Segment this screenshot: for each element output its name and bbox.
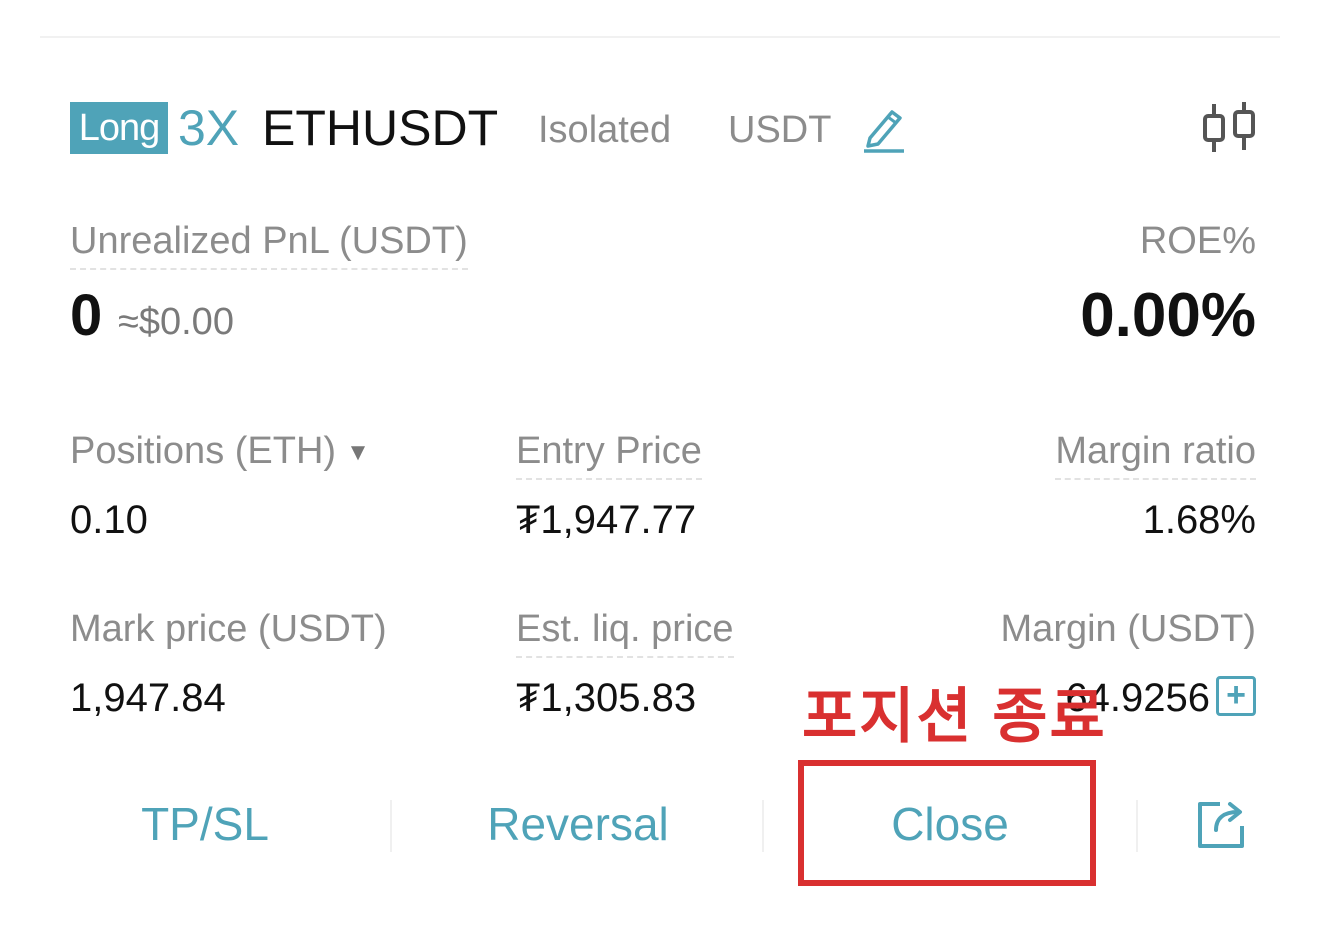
margin-label: Margin (USDT) xyxy=(1000,608,1256,650)
entry-price-value: ₮1,947.77 xyxy=(516,498,697,542)
mark-price-value: 1,947.84 xyxy=(70,676,226,720)
action-divider xyxy=(390,800,392,852)
mark-price-label: Mark price (USDT) xyxy=(70,608,387,650)
est-liq-price-label-text: Est. liq. price xyxy=(516,606,734,658)
est-liq-price-value: ₮1,305.83 xyxy=(516,676,697,720)
action-divider xyxy=(1136,800,1138,852)
roe-label: ROE% xyxy=(1139,220,1256,262)
entry-price-label-text: Entry Price xyxy=(516,428,702,480)
side-badge: Long xyxy=(70,102,168,154)
symbol-label: ETHUSDT xyxy=(262,100,499,156)
margin-mode-label: Isolated xyxy=(538,109,672,151)
candlestick-chart-icon[interactable] xyxy=(1198,100,1260,156)
margin-ratio-label: Margin ratio xyxy=(1055,428,1256,480)
top-divider xyxy=(40,36,1280,38)
tpsl-button[interactable]: TP/SL xyxy=(100,796,310,852)
margin-coin-label: USDT xyxy=(728,109,832,151)
annotation-label: 포지션 종료 xyxy=(802,683,1107,750)
est-liq-price-label: Est. liq. price xyxy=(516,606,734,658)
positions-value: 0.10 xyxy=(70,498,148,542)
margin-ratio-value: 1.68% xyxy=(1142,498,1256,542)
roe-value: 0.00% xyxy=(1080,281,1256,350)
margin-ratio-label-text: Margin ratio xyxy=(1055,428,1256,480)
unrealized-pnl-value: 0 xyxy=(70,283,103,348)
caret-down-icon[interactable]: ▼ xyxy=(346,430,370,476)
annotation-highlight-box xyxy=(798,760,1096,886)
unrealized-pnl-approx: ≈$0.00 xyxy=(118,301,234,343)
position-header: Long 3X ETHUSDT Isolated USDT xyxy=(70,100,1260,158)
entry-price-label: Entry Price xyxy=(516,428,702,480)
unrealized-pnl-label: Unrealized PnL (USDT) xyxy=(70,218,468,270)
share-icon[interactable] xyxy=(1194,796,1250,852)
positions-label[interactable]: Positions (ETH) ▼ xyxy=(70,428,370,476)
positions-label-text: Positions (ETH) xyxy=(70,430,337,472)
action-divider xyxy=(762,800,764,852)
edit-pencil-icon[interactable] xyxy=(860,104,908,154)
leverage-label: 3X xyxy=(178,100,240,156)
unrealized-pnl-label-text: Unrealized PnL (USDT) xyxy=(70,218,468,270)
reversal-button[interactable]: Reversal xyxy=(460,796,696,852)
add-margin-icon[interactable]: + xyxy=(1216,676,1256,716)
